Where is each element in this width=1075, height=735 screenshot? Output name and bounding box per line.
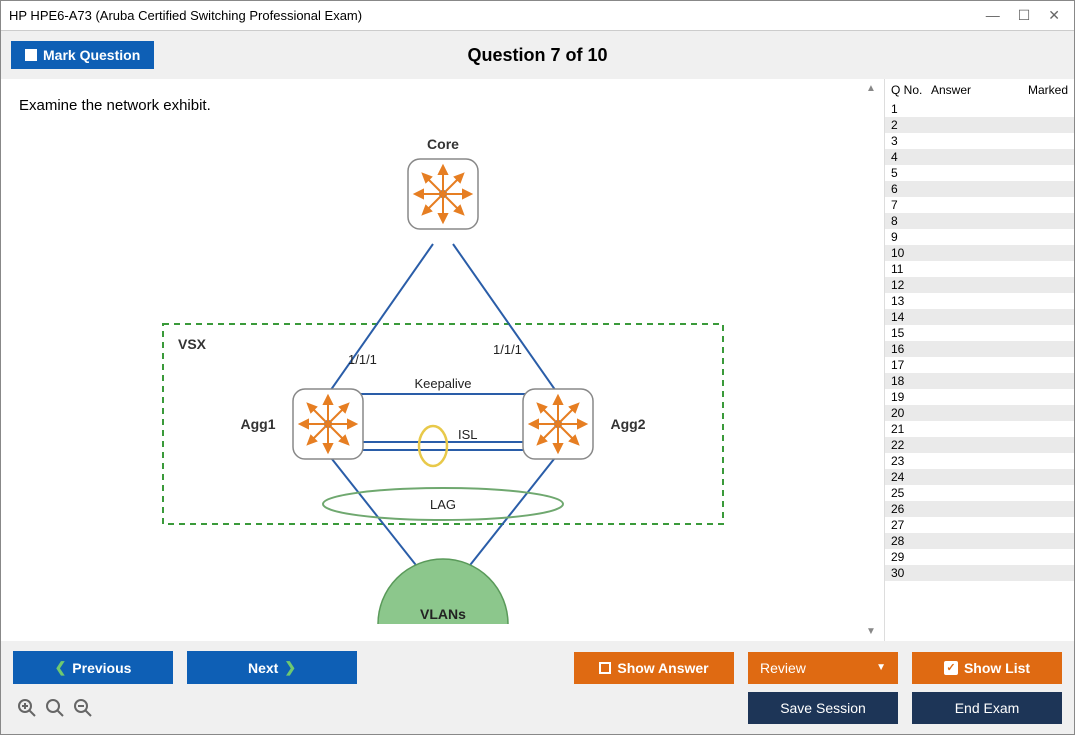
svg-text:1/1/1: 1/1/1 [493, 342, 522, 357]
mark-question-label: Mark Question [43, 47, 140, 63]
question-row[interactable]: 2 [885, 117, 1074, 133]
svg-text:Agg1: Agg1 [240, 416, 275, 432]
svg-text:Core: Core [427, 136, 459, 152]
square-icon [599, 662, 611, 674]
svg-text:Agg2: Agg2 [610, 416, 645, 432]
question-counter: Question 7 of 10 [467, 45, 607, 66]
window-title: HP HPE6-A73 (Aruba Certified Switching P… [9, 8, 986, 23]
main-scroll-indicator: ▲ ▼ [866, 83, 882, 637]
chevron-down-icon: ▼ [876, 662, 886, 673]
scroll-down-icon[interactable]: ▼ [866, 626, 882, 637]
question-row[interactable]: 27 [885, 517, 1074, 533]
titlebar: HP HPE6-A73 (Aruba Certified Switching P… [1, 1, 1074, 31]
col-marked: Marked [1018, 83, 1068, 97]
previous-button[interactable]: ❮ Previous [13, 651, 173, 684]
question-row[interactable]: 23 [885, 453, 1074, 469]
question-list-panel: Q No. Answer Marked 12345678910111213141… [884, 79, 1074, 641]
question-row[interactable]: 3 [885, 133, 1074, 149]
svg-text:1/1/1: 1/1/1 [348, 352, 377, 367]
question-row[interactable]: 24 [885, 469, 1074, 485]
save-session-label: Save Session [780, 700, 866, 716]
show-list-label: Show List [964, 660, 1030, 676]
main-pane: Examine the network exhibit. VSX Core 1/… [1, 79, 884, 641]
network-diagram: VSX Core 1/1/1 1/1/1 Keepalive ISL [133, 124, 753, 624]
body: Examine the network exhibit. VSX Core 1/… [1, 79, 1074, 641]
window-controls: — ☐ ✕ [986, 7, 1066, 24]
scroll-up-icon[interactable]: ▲ [866, 83, 882, 94]
svg-text:VLANs: VLANs [420, 606, 466, 622]
svg-text:VSX: VSX [178, 336, 207, 352]
col-qno: Q No. [891, 83, 931, 97]
question-prompt: Examine the network exhibit. [19, 97, 866, 114]
end-exam-label: End Exam [955, 700, 1020, 716]
question-row[interactable]: 9 [885, 229, 1074, 245]
checkbox-icon [25, 49, 37, 61]
maximize-icon[interactable]: ☐ [1018, 7, 1031, 24]
minimize-icon[interactable]: — [986, 7, 1000, 24]
question-row[interactable]: 17 [885, 357, 1074, 373]
question-row[interactable]: 12 [885, 277, 1074, 293]
question-row[interactable]: 20 [885, 405, 1074, 421]
question-row[interactable]: 4 [885, 149, 1074, 165]
app-window: HP HPE6-A73 (Aruba Certified Switching P… [0, 0, 1075, 735]
question-row[interactable]: 26 [885, 501, 1074, 517]
svg-text:10, 20: 10, 20 [423, 623, 462, 624]
question-row[interactable]: 28 [885, 533, 1074, 549]
save-session-button[interactable]: Save Session [748, 692, 898, 724]
question-row[interactable]: 10 [885, 245, 1074, 261]
question-row[interactable]: 13 [885, 293, 1074, 309]
footer: ❮ Previous Next ❯ Show Answer Review ▼ ✓… [1, 641, 1074, 734]
svg-text:Keepalive: Keepalive [414, 376, 471, 391]
zoom-out-icon[interactable] [73, 698, 93, 718]
review-label: Review [760, 660, 806, 676]
question-row[interactable]: 25 [885, 485, 1074, 501]
question-row[interactable]: 21 [885, 421, 1074, 437]
question-row[interactable]: 14 [885, 309, 1074, 325]
question-row[interactable]: 16 [885, 341, 1074, 357]
chevron-left-icon: ❮ [55, 659, 67, 676]
show-answer-label: Show Answer [617, 660, 708, 676]
question-row[interactable]: 18 [885, 373, 1074, 389]
next-label: Next [248, 660, 278, 676]
question-row[interactable]: 1 [885, 101, 1074, 117]
chevron-right-icon: ❯ [284, 659, 296, 676]
question-row[interactable]: 7 [885, 197, 1074, 213]
svg-text:LAG: LAG [429, 497, 455, 512]
qlist-header: Q No. Answer Marked [885, 79, 1074, 101]
next-button[interactable]: Next ❯ [187, 651, 357, 684]
svg-text:ISL: ISL [458, 427, 478, 442]
zoom-reset-icon[interactable] [45, 698, 65, 718]
header: Mark Question Question 7 of 10 [1, 31, 1074, 79]
show-answer-button[interactable]: Show Answer [574, 652, 734, 684]
zoom-controls [13, 698, 93, 718]
question-list[interactable]: 1234567891011121314151617181920212223242… [885, 101, 1074, 641]
question-row[interactable]: 30 [885, 565, 1074, 581]
end-exam-button[interactable]: End Exam [912, 692, 1062, 724]
question-row[interactable]: 5 [885, 165, 1074, 181]
question-row[interactable]: 8 [885, 213, 1074, 229]
close-icon[interactable]: ✕ [1048, 7, 1060, 24]
review-dropdown[interactable]: Review ▼ [748, 652, 898, 684]
question-row[interactable]: 11 [885, 261, 1074, 277]
question-row[interactable]: 6 [885, 181, 1074, 197]
question-row[interactable]: 22 [885, 437, 1074, 453]
show-list-button[interactable]: ✓ Show List [912, 652, 1062, 684]
mark-question-button[interactable]: Mark Question [11, 41, 154, 69]
check-icon: ✓ [944, 661, 958, 675]
previous-label: Previous [72, 660, 131, 676]
col-answer: Answer [931, 83, 1018, 97]
question-row[interactable]: 19 [885, 389, 1074, 405]
question-row[interactable]: 29 [885, 549, 1074, 565]
question-row[interactable]: 15 [885, 325, 1074, 341]
zoom-in-icon[interactable] [17, 698, 37, 718]
